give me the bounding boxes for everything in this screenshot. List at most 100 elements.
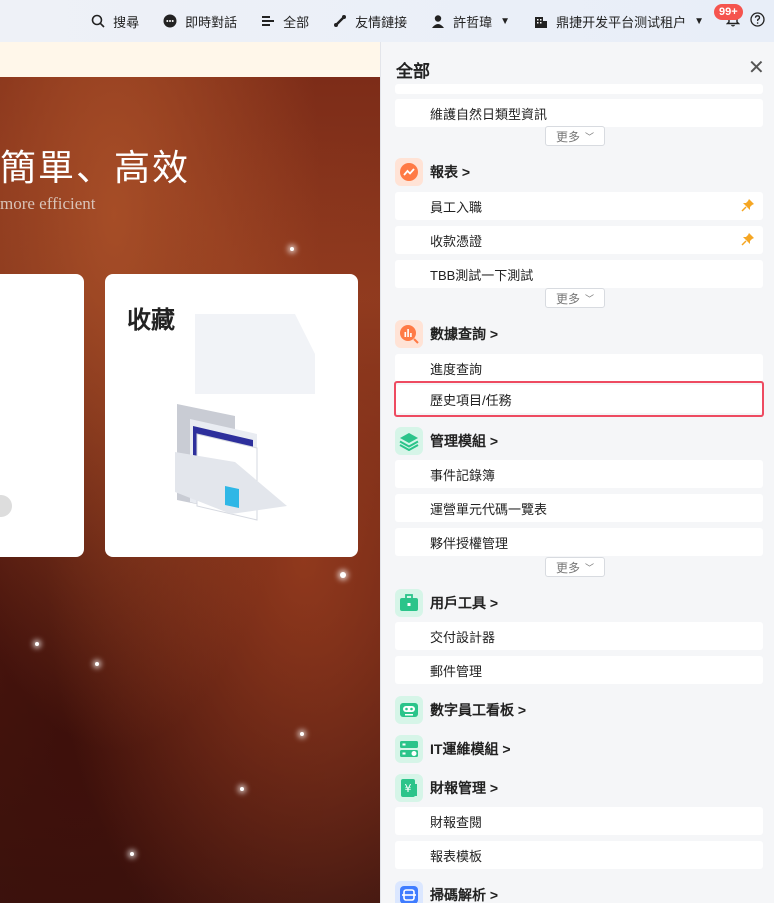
close-icon[interactable]: ✕ [748, 55, 765, 80]
feature-card[interactable] [0, 274, 84, 557]
panel-title: 全部 [396, 62, 430, 81]
report-icon [395, 158, 423, 186]
search-icon [91, 14, 105, 28]
list-item[interactable]: TBB測試一下測試 [395, 260, 763, 288]
folder-illustration [175, 314, 315, 521]
more-button[interactable]: 更多 ﹀ [545, 126, 605, 146]
group-user-tools[interactable]: 用戶工具 > [395, 588, 498, 618]
list-item-selected[interactable]: 歷史項目/任務 [395, 385, 763, 413]
list-item-label: 收款憑證 [430, 233, 483, 249]
user-name: 許哲瑋 [453, 14, 493, 30]
pin-icon[interactable] [741, 198, 755, 215]
hero-title: 簡單、高效 [0, 147, 191, 188]
caret-down-icon: ▼ [694, 15, 704, 27]
chevron-down-icon: ﹀ [585, 293, 595, 304]
list-item-label: 員工入職 [430, 199, 483, 215]
yuan-document-icon: ¥ [395, 774, 423, 802]
star-decoration [35, 642, 39, 646]
list-item-label: 財報查閱 [430, 814, 483, 830]
star-decoration [340, 572, 346, 578]
links-label: 友情鏈接 [355, 14, 408, 30]
search-label: 搜尋 [113, 14, 140, 30]
chat-label: 即時對話 [185, 14, 238, 30]
star-decoration [240, 787, 244, 791]
list-item-label: 歷史項目/任務 [430, 392, 512, 408]
list-item-label: 進度查詢 [430, 361, 483, 377]
list-item[interactable] [395, 84, 763, 94]
list-item[interactable]: 進度查詢 [395, 354, 763, 382]
list-item-label: 夥伴授權管理 [430, 535, 509, 551]
list-item-label: TBB測試一下測試 [430, 267, 534, 283]
group-reports[interactable]: 報表 > [395, 157, 470, 187]
more-label: 更多 [555, 129, 580, 144]
star-decoration [95, 662, 99, 666]
notice-bar [0, 42, 380, 77]
list-item-label: 交付設計器 [430, 629, 496, 645]
chevron-down-icon: ﹀ [585, 131, 595, 142]
group-financial-reports[interactable]: ¥ 財報管理 > [395, 773, 498, 803]
star-decoration [290, 247, 294, 251]
building-icon [534, 14, 548, 28]
group-label: 掃碼解析 > [430, 887, 499, 903]
chat-button[interactable]: 即時對話 [151, 0, 249, 42]
favorites-card[interactable]: 收藏 [105, 274, 358, 557]
list-item[interactable]: 財報查閱 [395, 807, 763, 835]
list-item-label: 運營單元代碼一覽表 [430, 501, 548, 517]
all-menu-label: 全部 [283, 14, 310, 30]
notification-button[interactable]: 99+ [714, 0, 746, 42]
list-item[interactable]: 維護自然日類型資訊 [395, 99, 763, 127]
layers-icon [395, 427, 423, 455]
links-button[interactable]: 友情鏈接 [321, 0, 419, 42]
group-label: 管理模組 > [430, 433, 499, 449]
more-label: 更多 [555, 291, 580, 306]
user-menu[interactable]: 許哲瑋 ▼ [419, 0, 522, 42]
chat-icon [163, 14, 177, 28]
group-label: 數字員工看板 > [430, 702, 527, 718]
help-button[interactable] [746, 0, 768, 42]
tenant-menu[interactable]: 鼎捷开发平台测试租户 ▼ [522, 0, 716, 42]
group-scan-parse[interactable]: 掃碼解析 > [395, 880, 498, 903]
help-icon [749, 12, 765, 30]
menu-icon [261, 14, 275, 28]
server-icon [395, 735, 423, 763]
group-data-query[interactable]: 數據查詢 > [395, 319, 498, 349]
chevron-down-icon: ﹀ [585, 562, 595, 573]
group-management[interactable]: 管理模組 > [395, 426, 498, 456]
panel-header: 全部 ✕ [381, 42, 774, 90]
top-bar: 搜尋 即時對話 全部 友情鏈接 許哲瑋 ▼ 鼎捷开发平台测试租户 ▼ 99+ [0, 0, 774, 42]
more-button[interactable]: 更多 ﹀ [545, 557, 605, 577]
scan-icon [395, 881, 423, 903]
link-icon [333, 14, 347, 28]
group-label: 用戶工具 > [430, 595, 499, 611]
group-label: 報表 > [430, 164, 471, 180]
group-digital-employee-board[interactable]: 數字員工看板 > [395, 695, 526, 725]
robot-icon [395, 696, 423, 724]
more-label: 更多 [555, 560, 580, 575]
star-decoration [130, 852, 134, 856]
all-menu-button[interactable]: 全部 [249, 0, 321, 42]
pin-icon[interactable] [741, 232, 755, 249]
list-item[interactable]: 報表模板 [395, 841, 763, 869]
group-it-ops[interactable]: IT運維模組 > [395, 734, 511, 764]
notification-badge: 99+ [714, 4, 743, 20]
search-button[interactable]: 搜尋 [79, 0, 151, 42]
card-indicator [0, 495, 12, 517]
list-item[interactable]: 夥伴授權管理 [395, 528, 763, 556]
list-item[interactable]: 交付設計器 [395, 622, 763, 650]
hero-subtitle: more efficient [0, 194, 96, 213]
group-label: IT運維模組 > [430, 741, 511, 757]
data-query-icon [395, 320, 423, 348]
hero-banner: 簡單、高效 more efficient 收藏 [0, 42, 380, 903]
list-item[interactable]: 郵件管理 [395, 656, 763, 684]
list-item[interactable]: 收款憑證 [395, 226, 763, 254]
all-apps-panel: 全部 ✕ 維護自然日類型資訊 更多 ﹀ 報表 > 員工入職 收款憑證 TBB測試一… [380, 42, 774, 903]
list-item[interactable]: 員工入職 [395, 192, 763, 220]
toolbox-icon [395, 589, 423, 617]
star-decoration [300, 732, 304, 736]
list-item[interactable]: 運營單元代碼一覽表 [395, 494, 763, 522]
list-item-label: 報表模板 [430, 848, 483, 864]
more-button[interactable]: 更多 ﹀ [545, 288, 605, 308]
user-icon [431, 14, 445, 28]
list-item[interactable]: 事件記錄簿 [395, 460, 763, 488]
group-label: 數據查詢 > [430, 326, 499, 342]
